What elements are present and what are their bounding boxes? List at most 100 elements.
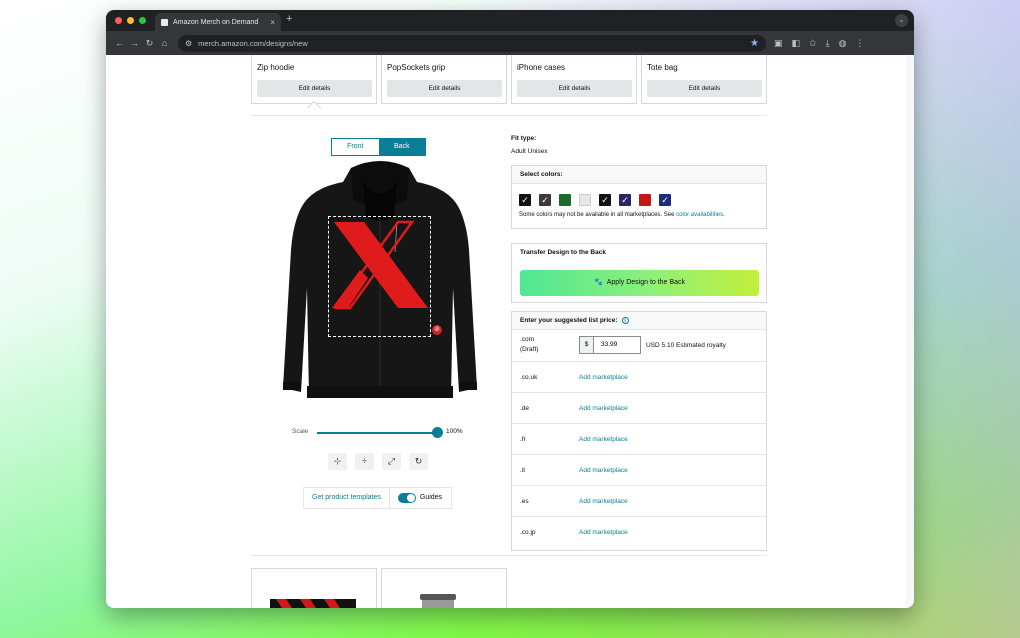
product-thumbnail-tumbler[interactable] bbox=[381, 568, 507, 608]
menu-kebab-icon[interactable]: ⋮ bbox=[855, 38, 864, 49]
reading-list-icon[interactable]: ◧ bbox=[792, 38, 801, 49]
marketplace-code: .fr bbox=[520, 436, 526, 443]
scale-slider-thumb[interactable] bbox=[432, 427, 443, 438]
download-icon[interactable]: ⤓ bbox=[826, 38, 830, 49]
fit-to-area-icon[interactable]: ⤢ bbox=[382, 453, 401, 470]
transfer-design-title: Transfer Design to the Back bbox=[512, 244, 766, 262]
pillow-image bbox=[270, 599, 356, 608]
edit-details-button[interactable]: Edit details bbox=[517, 80, 632, 97]
scale-slider-track[interactable] bbox=[317, 432, 438, 434]
apply-button-label: Apply Design to the Back bbox=[606, 279, 685, 286]
marketplace-code: .co.jp bbox=[520, 529, 536, 536]
align-vertical-center-icon[interactable]: ÷ bbox=[355, 453, 374, 470]
add-marketplace-link[interactable]: Add marketplace bbox=[579, 405, 628, 412]
marketplace-code: .it bbox=[520, 467, 526, 474]
fit-type-value: Adult Unisex bbox=[511, 148, 548, 155]
guides-toggle[interactable] bbox=[397, 493, 416, 503]
edit-details-button[interactable]: Edit details bbox=[647, 80, 762, 97]
color-swatches: ✓ ✓ ✓ ✓ ✓ bbox=[512, 184, 766, 206]
close-tab-icon[interactable]: × bbox=[270, 18, 275, 27]
marketplace-row-es: .es Add marketplace bbox=[512, 485, 766, 516]
color-availabilities-link[interactable]: color availabilities bbox=[676, 212, 723, 218]
delete-design-icon[interactable]: ⊘ bbox=[432, 325, 442, 335]
pricing-panel: Enter your suggested list price: i .com (… bbox=[511, 311, 767, 551]
browser-tab[interactable]: Amazon Merch on Demand × bbox=[155, 13, 281, 31]
product-card-zip-hoodie: Zip hoodie Edit details bbox=[251, 55, 377, 104]
info-icon[interactable]: i bbox=[621, 316, 629, 324]
edit-details-button[interactable]: Edit details bbox=[387, 80, 502, 97]
apply-design-to-back-button[interactable]: 🐾 Apply Design to the Back bbox=[520, 270, 759, 296]
page-scrollbar[interactable] bbox=[906, 55, 914, 608]
guides-label: Guides bbox=[419, 494, 443, 501]
marketplace-row-co-uk: .co.uk Add marketplace bbox=[512, 361, 766, 392]
color-swatch-dark-heather[interactable]: ✓ bbox=[539, 194, 551, 206]
product-name: Zip hoodie bbox=[257, 63, 295, 72]
marketplace-row-fr: .fr Add marketplace bbox=[512, 423, 766, 454]
forward-arrow-icon[interactable]: → bbox=[127, 38, 142, 48]
title-bar: Amazon Merch on Demand × + ⌄ bbox=[106, 10, 914, 31]
tab-front[interactable]: Front bbox=[332, 139, 379, 155]
color-swatch-black[interactable]: ✓ bbox=[519, 194, 531, 206]
add-marketplace-link[interactable]: Add marketplace bbox=[579, 436, 628, 443]
marketplace-code: .co.uk bbox=[520, 374, 538, 381]
browser-toolbar: ← → ↻ ⌂ ⚙ merch.amazon.com/designs/new ★… bbox=[106, 31, 914, 55]
marketplace-row-de: .de Add marketplace bbox=[512, 392, 766, 423]
get-product-templates-link[interactable]: Get product templates bbox=[304, 488, 390, 508]
product-name: Tote bag bbox=[647, 63, 678, 72]
color-swatch-heather-grey[interactable] bbox=[579, 194, 591, 206]
scale-label: Scale bbox=[292, 428, 309, 435]
add-marketplace-link[interactable]: Add marketplace bbox=[579, 529, 628, 536]
product-thumbnail-pillow[interactable] bbox=[251, 568, 377, 608]
fit-type-label: Fit type: bbox=[511, 135, 537, 142]
site-info-icon[interactable]: ⚙ bbox=[185, 39, 192, 48]
profile-icon[interactable]: ◍ bbox=[839, 38, 847, 49]
pricing-title: Enter your suggested list price: i bbox=[512, 312, 766, 330]
estimated-royalty: USD 5.10 Estimated royalty bbox=[646, 342, 726, 349]
new-tab-button[interactable]: + bbox=[286, 13, 292, 25]
colors-note-end: . bbox=[723, 212, 725, 218]
select-colors-panel: Select colors: ✓ ✓ ✓ ✓ ✓ Some colors may… bbox=[511, 165, 767, 229]
page-content: Zip hoodie Edit details PopSockets grip … bbox=[106, 55, 914, 608]
edit-details-button[interactable]: Edit details bbox=[257, 80, 372, 97]
product-name: iPhone cases bbox=[517, 63, 566, 72]
marketplace-status: (Draft) bbox=[520, 346, 539, 353]
section-divider bbox=[251, 555, 767, 556]
add-marketplace-link[interactable]: Add marketplace bbox=[579, 498, 628, 505]
add-marketplace-link[interactable]: Add marketplace bbox=[579, 374, 628, 381]
minimize-window-button[interactable] bbox=[127, 17, 134, 24]
section-divider bbox=[251, 115, 767, 116]
colors-note: Some colors may not be available in all … bbox=[512, 206, 766, 218]
align-horizontal-center-icon[interactable]: ⊹ bbox=[328, 453, 347, 470]
extension-icon[interactable]: ▣ bbox=[774, 38, 783, 49]
tab-title: Amazon Merch on Demand bbox=[173, 18, 259, 26]
marketplace-row-it: .it Add marketplace bbox=[512, 454, 766, 485]
tab-back[interactable]: Back bbox=[378, 139, 425, 155]
reload-icon[interactable]: ↻ bbox=[142, 38, 157, 49]
transfer-design-panel: Transfer Design to the Back 🐾 Apply Desig… bbox=[511, 243, 767, 303]
colors-note-text: Some colors may not be available in all … bbox=[519, 212, 675, 218]
address-bar[interactable]: ⚙ merch.amazon.com/designs/new ★ bbox=[178, 34, 766, 52]
home-icon[interactable]: ⌂ bbox=[157, 38, 172, 48]
select-colors-title: Select colors: bbox=[512, 166, 766, 184]
marketplace-code: .es bbox=[520, 498, 529, 505]
product-card-iphone-cases: iPhone cases Edit details bbox=[511, 55, 637, 104]
color-swatch-red[interactable] bbox=[639, 194, 651, 206]
scale-value: 100% bbox=[446, 428, 463, 435]
add-marketplace-link[interactable]: Add marketplace bbox=[579, 467, 628, 474]
tab-search-icon[interactable]: ⌄ bbox=[895, 14, 908, 27]
color-swatch-black-2[interactable]: ✓ bbox=[599, 194, 611, 206]
color-swatch-purple[interactable]: ✓ bbox=[619, 194, 631, 206]
extensions-puzzle-icon[interactable]: ✩ bbox=[809, 38, 817, 49]
maximize-window-button[interactable] bbox=[139, 17, 146, 24]
price-input[interactable]: $ 33.99 bbox=[579, 336, 641, 354]
browser-window: Amazon Merch on Demand × + ⌄ ← → ↻ ⌂ ⚙ m… bbox=[106, 10, 914, 608]
close-window-button[interactable] bbox=[115, 17, 122, 24]
reset-rotate-icon[interactable]: ↻ bbox=[409, 453, 428, 470]
bookmark-star-icon[interactable]: ★ bbox=[750, 38, 759, 49]
back-arrow-icon[interactable]: ← bbox=[112, 38, 127, 48]
color-swatch-green[interactable] bbox=[559, 194, 571, 206]
marketplace-row-co-jp: .co.jp Add marketplace bbox=[512, 516, 766, 547]
print-area-bounds[interactable] bbox=[328, 216, 431, 337]
color-swatch-navy[interactable]: ✓ bbox=[659, 194, 671, 206]
price-value[interactable]: 33.99 bbox=[594, 337, 617, 353]
